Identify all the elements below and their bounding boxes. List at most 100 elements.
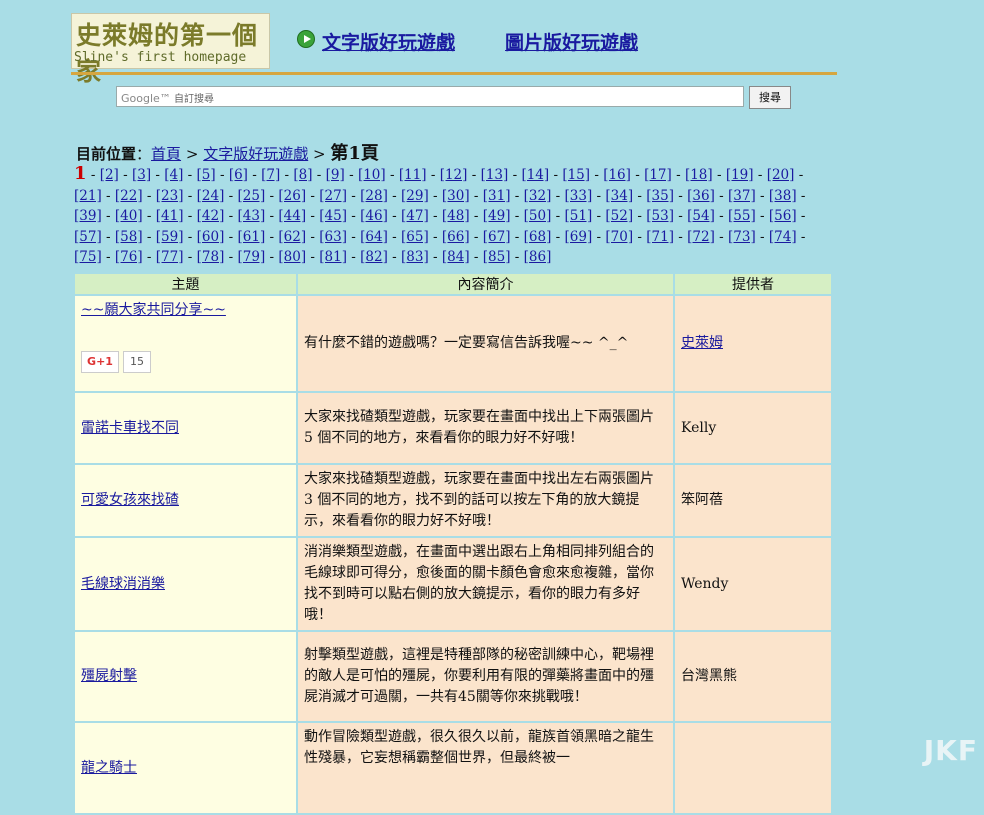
- pagination-link[interactable]: [39]: [74, 208, 102, 224]
- pagination-link[interactable]: [44]: [278, 208, 306, 224]
- pagination-link[interactable]: [38]: [769, 188, 797, 204]
- pagination-link[interactable]: [9]: [326, 167, 345, 183]
- pagination-link[interactable]: [36]: [687, 188, 715, 204]
- author-link[interactable]: 史萊姆: [681, 335, 723, 351]
- game-title-link[interactable]: 可愛女孩來找碴: [81, 492, 179, 508]
- pagination-link[interactable]: [11]: [399, 167, 427, 183]
- google-plus-one[interactable]: G+1 15: [81, 351, 151, 373]
- pagination-link[interactable]: [72]: [687, 229, 715, 245]
- pagination-link[interactable]: [63]: [319, 229, 347, 245]
- pagination-link[interactable]: [67]: [483, 229, 511, 245]
- nav-image-games-link[interactable]: 圖片版好玩遊戲: [505, 28, 638, 55]
- pagination-link[interactable]: [15]: [562, 167, 590, 183]
- pagination-link[interactable]: [70]: [605, 229, 633, 245]
- pagination-link[interactable]: [64]: [360, 229, 388, 245]
- pagination-link[interactable]: [78]: [197, 249, 225, 265]
- pagination-link[interactable]: [51]: [565, 208, 593, 224]
- pagination-link[interactable]: [2]: [100, 167, 119, 183]
- pagination-link[interactable]: [66]: [442, 229, 470, 245]
- pagination-link[interactable]: [23]: [156, 188, 184, 204]
- pagination-link[interactable]: [18]: [685, 167, 713, 183]
- pagination-link[interactable]: [3]: [132, 167, 151, 183]
- pagination-link[interactable]: [33]: [565, 188, 593, 204]
- pagination-link[interactable]: [4]: [164, 167, 183, 183]
- pagination-link[interactable]: [76]: [115, 249, 143, 265]
- pagination-link[interactable]: [53]: [646, 208, 674, 224]
- pagination-link[interactable]: [10]: [358, 167, 386, 183]
- pagination-link[interactable]: [82]: [360, 249, 388, 265]
- pagination-link[interactable]: [16]: [603, 167, 631, 183]
- pagination-link[interactable]: [56]: [769, 208, 797, 224]
- pagination-link[interactable]: [71]: [646, 229, 674, 245]
- pagination-link[interactable]: [62]: [278, 229, 306, 245]
- pagination-link[interactable]: [83]: [401, 249, 429, 265]
- pagination-link[interactable]: [12]: [440, 167, 468, 183]
- pagination-link[interactable]: [26]: [278, 188, 306, 204]
- pagination-link[interactable]: [80]: [278, 249, 306, 265]
- pagination-link[interactable]: [19]: [726, 167, 754, 183]
- pagination-link[interactable]: [32]: [524, 188, 552, 204]
- pagination-link[interactable]: [20]: [767, 167, 795, 183]
- pagination-link[interactable]: [58]: [115, 229, 143, 245]
- pagination-link[interactable]: [74]: [769, 229, 797, 245]
- search-input[interactable]: Google™ 自訂搜尋: [116, 86, 744, 107]
- pagination-link[interactable]: [75]: [74, 249, 102, 265]
- pagination-link[interactable]: [28]: [360, 188, 388, 204]
- pagination-link[interactable]: [5]: [197, 167, 216, 183]
- nav-text-games-link[interactable]: 文字版好玩遊戲: [322, 28, 455, 55]
- pagination-link[interactable]: [41]: [156, 208, 184, 224]
- pagination-link[interactable]: [13]: [481, 167, 509, 183]
- game-title-link[interactable]: 殭屍射擊: [81, 668, 137, 684]
- pagination-link[interactable]: [6]: [229, 167, 248, 183]
- pagination-link[interactable]: [65]: [401, 229, 429, 245]
- search-button[interactable]: 搜尋: [749, 86, 791, 109]
- pagination-link[interactable]: [50]: [524, 208, 552, 224]
- pagination-link[interactable]: [25]: [238, 188, 266, 204]
- pagination-link[interactable]: [8]: [293, 167, 312, 183]
- pagination-link[interactable]: [60]: [197, 229, 225, 245]
- pagination-link[interactable]: [14]: [521, 167, 549, 183]
- pagination-link[interactable]: [45]: [319, 208, 347, 224]
- pagination-link[interactable]: [17]: [644, 167, 672, 183]
- game-title-link[interactable]: 雷諾卡車找不同: [81, 420, 179, 436]
- pagination-link[interactable]: [35]: [646, 188, 674, 204]
- pagination-link[interactable]: [47]: [401, 208, 429, 224]
- breadcrumb-section-link[interactable]: 文字版好玩遊戲: [203, 145, 308, 163]
- pagination-link[interactable]: [52]: [605, 208, 633, 224]
- pagination-link[interactable]: [49]: [483, 208, 511, 224]
- pagination-link[interactable]: [69]: [565, 229, 593, 245]
- pagination-link[interactable]: [81]: [319, 249, 347, 265]
- pagination-link[interactable]: [59]: [156, 229, 184, 245]
- pagination-link[interactable]: [31]: [483, 188, 511, 204]
- pagination-link[interactable]: [57]: [74, 229, 102, 245]
- pagination-link[interactable]: [7]: [261, 167, 280, 183]
- pagination-link[interactable]: [86]: [524, 249, 552, 265]
- pagination-link[interactable]: [55]: [728, 208, 756, 224]
- pagination-link[interactable]: [84]: [442, 249, 470, 265]
- pagination-link[interactable]: [68]: [524, 229, 552, 245]
- pagination-link[interactable]: [24]: [197, 188, 225, 204]
- pagination-link[interactable]: [34]: [605, 188, 633, 204]
- breadcrumb-home-link[interactable]: 首頁: [151, 145, 181, 163]
- pagination-link[interactable]: [79]: [238, 249, 266, 265]
- pagination-link[interactable]: [85]: [483, 249, 511, 265]
- pagination-link[interactable]: [21]: [74, 188, 102, 204]
- pagination-link[interactable]: [29]: [401, 188, 429, 204]
- game-title-link[interactable]: ~~願大家共同分享~~: [81, 302, 226, 318]
- pagination-link[interactable]: [46]: [360, 208, 388, 224]
- pagination-link[interactable]: [61]: [238, 229, 266, 245]
- site-logo[interactable]: 史萊姆的第一個家 Sline's first homepage: [71, 13, 270, 86]
- pagination-link[interactable]: [30]: [442, 188, 470, 204]
- pagination-link[interactable]: [40]: [115, 208, 143, 224]
- pagination-link[interactable]: [42]: [197, 208, 225, 224]
- pagination-link[interactable]: [22]: [115, 188, 143, 204]
- pagination-link[interactable]: [27]: [319, 188, 347, 204]
- pagination-link[interactable]: [37]: [728, 188, 756, 204]
- google-plus-icon[interactable]: G+1: [81, 351, 119, 373]
- pagination-link[interactable]: [43]: [238, 208, 266, 224]
- game-title-link[interactable]: 龍之騎士: [81, 760, 137, 776]
- pagination-link[interactable]: [48]: [442, 208, 470, 224]
- pagination-link[interactable]: [77]: [156, 249, 184, 265]
- game-title-link[interactable]: 毛線球消消樂: [81, 576, 165, 592]
- pagination-link[interactable]: [73]: [728, 229, 756, 245]
